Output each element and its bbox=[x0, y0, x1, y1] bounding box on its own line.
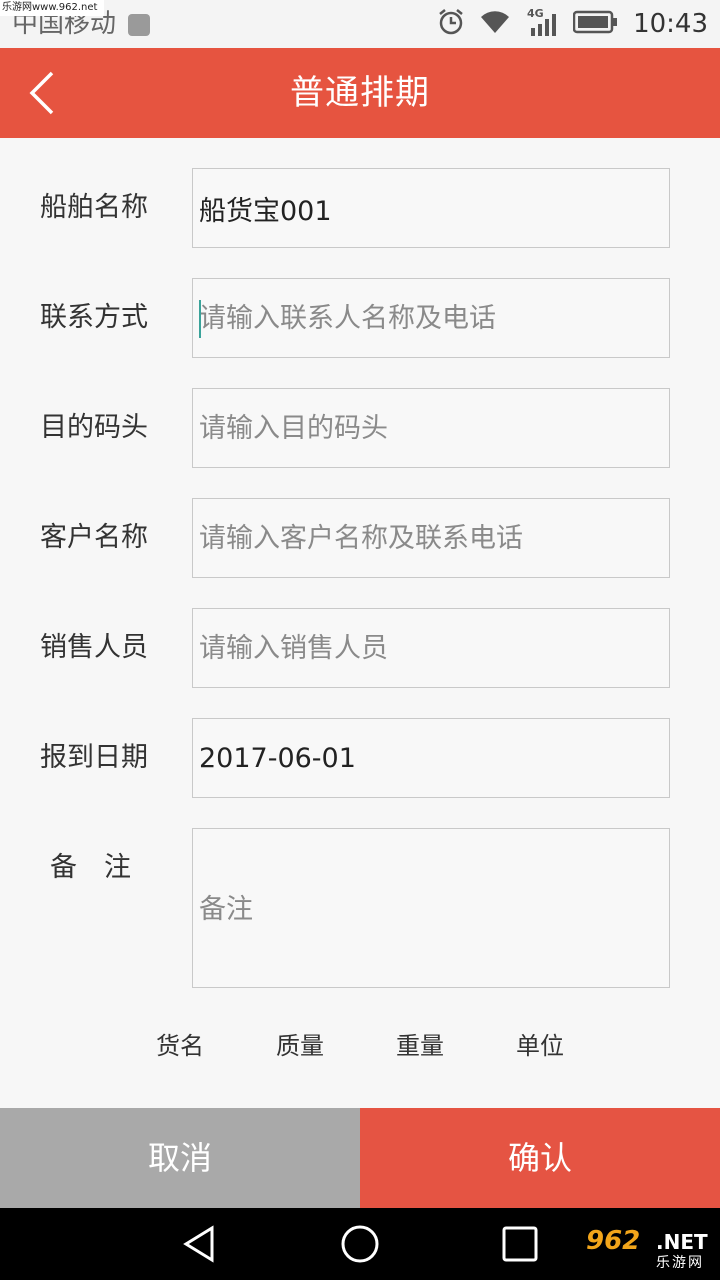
clock-time: 10:43 bbox=[633, 9, 708, 39]
watermark-site-name: 乐游网 bbox=[656, 1255, 704, 1271]
cancel-button[interactable]: 取消 bbox=[0, 1108, 360, 1208]
square-recents-icon bbox=[502, 1226, 538, 1262]
confirm-button[interactable]: 确认 bbox=[360, 1108, 720, 1208]
ship-name-label: 船舶名称 bbox=[40, 192, 148, 223]
destination-dock-label: 目的码头 bbox=[40, 412, 148, 443]
salesperson-input[interactable] bbox=[193, 609, 669, 687]
battery-icon bbox=[572, 10, 619, 38]
watermark-logo: 962 .NET 乐游网 bbox=[586, 1226, 716, 1274]
report-date-field-box bbox=[192, 718, 670, 798]
wifi-icon bbox=[479, 9, 511, 39]
nav-recents-button[interactable] bbox=[498, 1222, 542, 1266]
contact-input[interactable] bbox=[193, 279, 669, 357]
column-quality: 质量 bbox=[276, 1032, 324, 1060]
salesperson-field-box bbox=[192, 608, 670, 688]
contact-label: 联系方式 bbox=[40, 302, 148, 333]
circle-home-icon bbox=[341, 1225, 379, 1263]
watermark-domain: .NET bbox=[656, 1230, 708, 1254]
sim-card-icon bbox=[128, 14, 150, 36]
ship-name-input[interactable] bbox=[193, 169, 669, 247]
customer-name-input[interactable] bbox=[193, 499, 669, 577]
nav-home-button[interactable] bbox=[338, 1222, 382, 1266]
system-nav-bar: 962 .NET 乐游网 bbox=[0, 1208, 720, 1280]
salesperson-label: 销售人员 bbox=[40, 632, 148, 663]
ship-name-field-box bbox=[192, 168, 670, 248]
status-bar: 中国移动 乐游网www.962.net 4G 10:43 bbox=[0, 0, 720, 48]
contact-field-box bbox=[192, 278, 670, 358]
customer-name-label: 客户名称 bbox=[40, 522, 148, 553]
alarm-icon bbox=[437, 8, 465, 40]
report-date-label: 报到日期 bbox=[40, 742, 148, 773]
report-date-input[interactable] bbox=[193, 719, 669, 797]
watermark-text: 乐游网www.962.net bbox=[0, 0, 104, 16]
column-unit: 单位 bbox=[516, 1032, 564, 1060]
column-weight: 重量 bbox=[396, 1032, 444, 1060]
remark-textarea[interactable] bbox=[193, 829, 669, 987]
goods-table-header: 货名 质量 重量 单位 bbox=[0, 1024, 720, 1068]
app-header: 普通排期 bbox=[0, 48, 720, 138]
customer-name-field-box bbox=[192, 498, 670, 578]
remark-label: 备 注 bbox=[50, 852, 131, 883]
signal-4g-icon: 4G bbox=[525, 6, 559, 42]
nav-back-button[interactable] bbox=[178, 1222, 222, 1266]
watermark-number: 962 bbox=[586, 1226, 641, 1256]
network-type-label: 4G bbox=[527, 7, 544, 20]
remark-field-box bbox=[192, 828, 670, 988]
column-goods-name: 货名 bbox=[156, 1032, 204, 1060]
text-cursor bbox=[199, 300, 201, 338]
destination-dock-field-box bbox=[192, 388, 670, 468]
triangle-back-icon bbox=[183, 1225, 214, 1263]
destination-dock-input[interactable] bbox=[193, 389, 669, 467]
page-title: 普通排期 bbox=[290, 73, 430, 113]
